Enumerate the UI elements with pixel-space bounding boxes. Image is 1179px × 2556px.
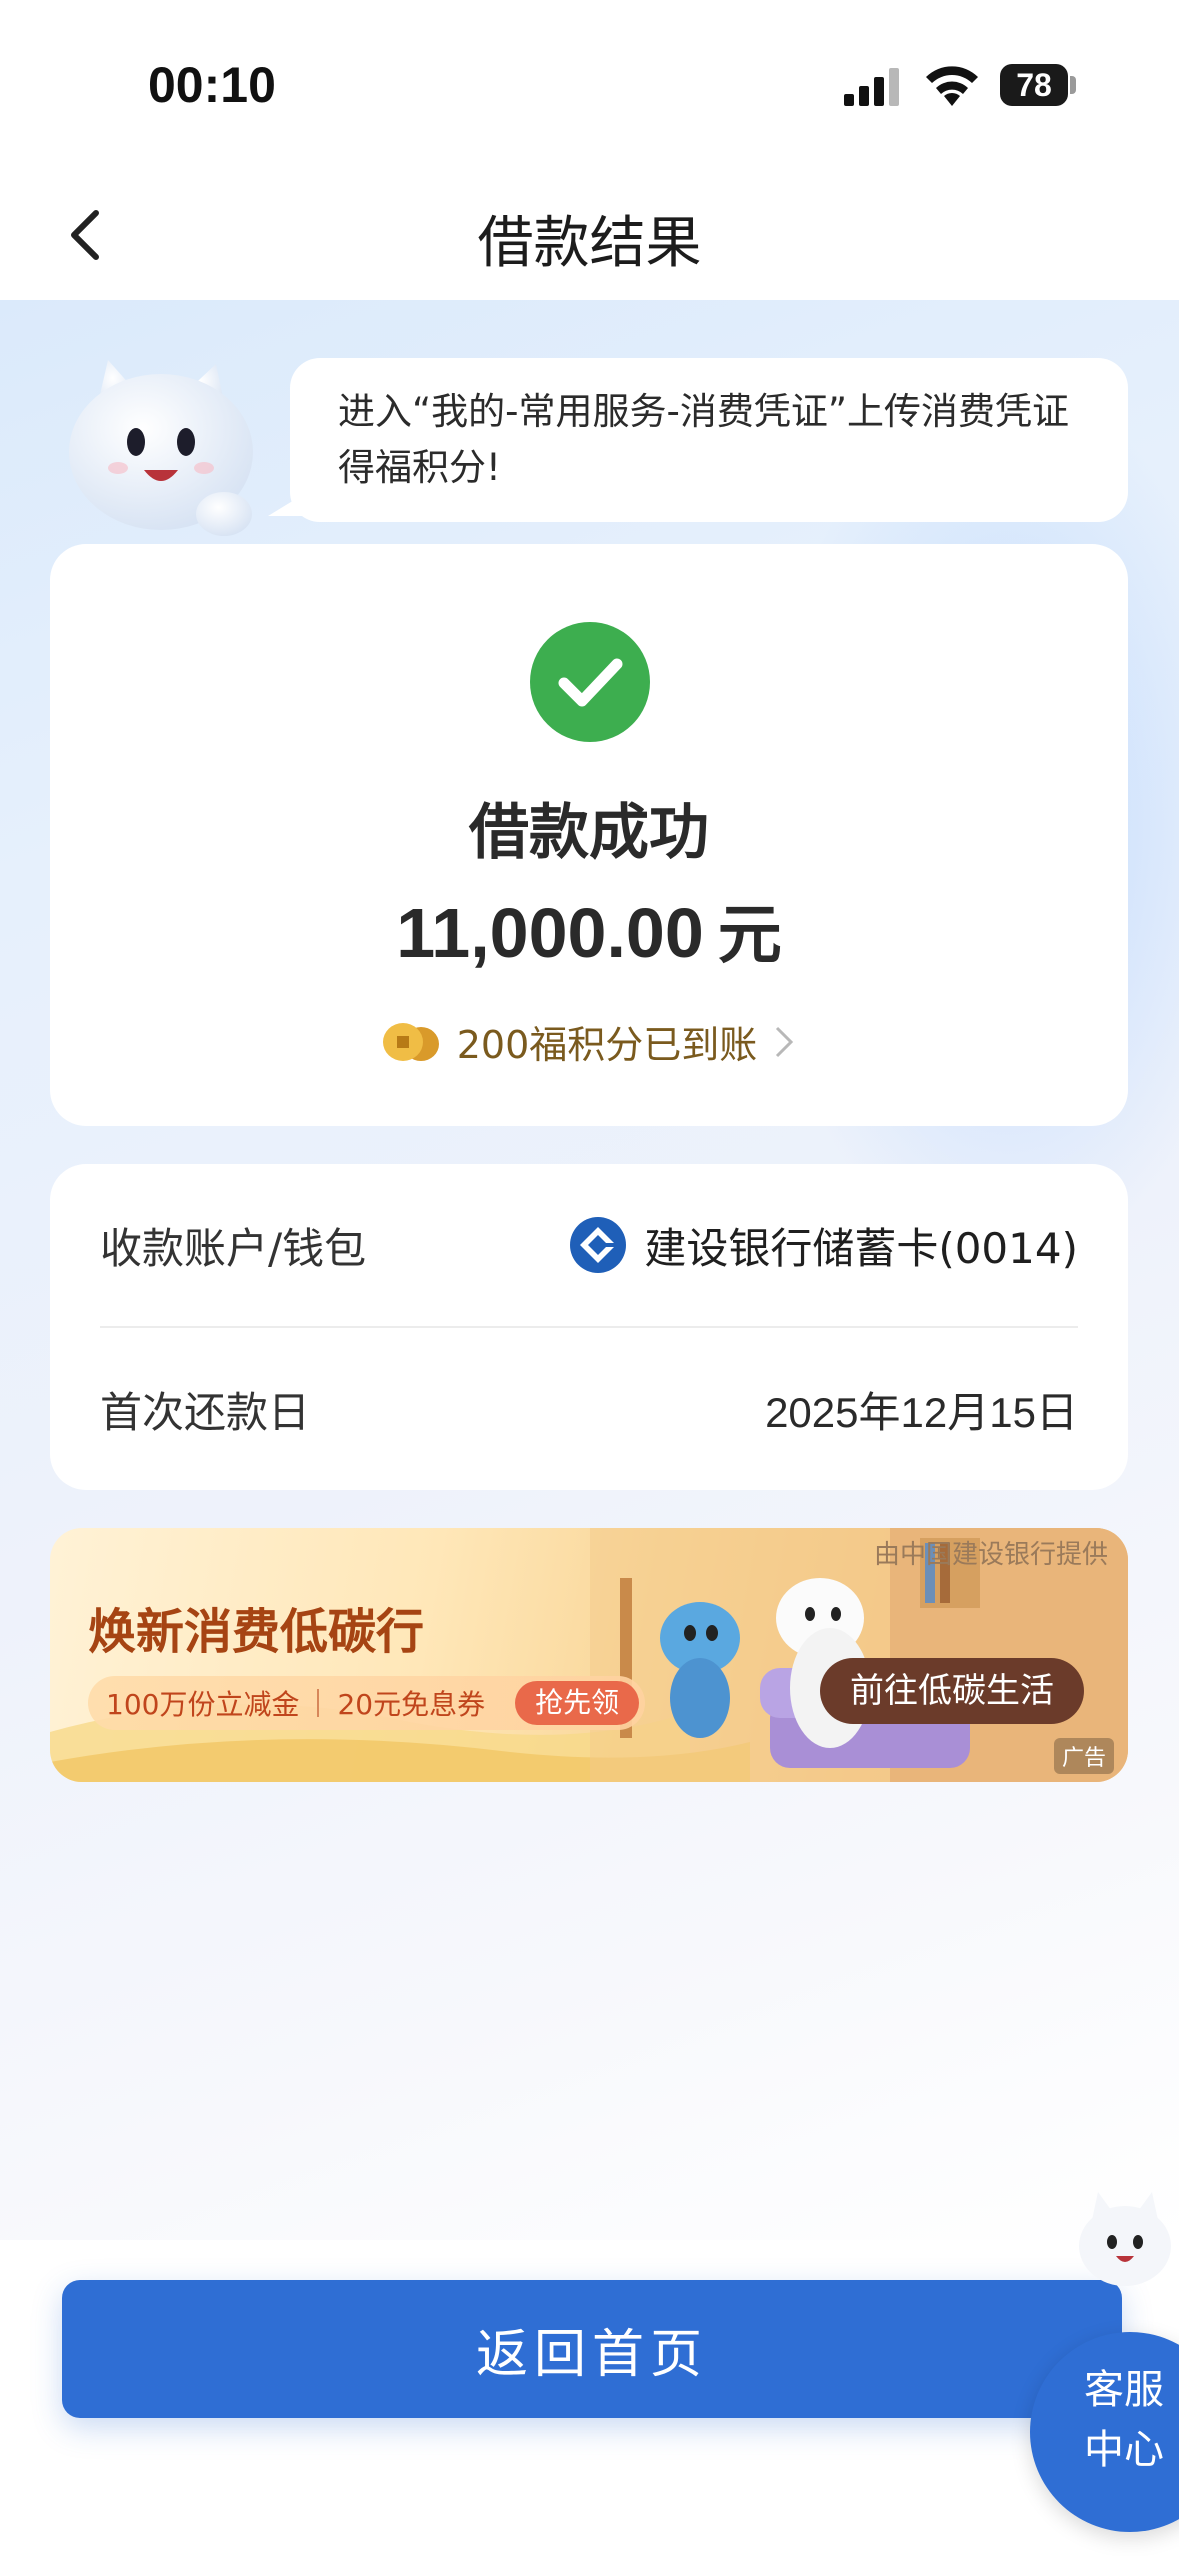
date-year-char: 年	[858, 1387, 901, 1437]
ad-sub1: 100万份立减金	[106, 1688, 300, 1721]
wifi-icon	[926, 66, 978, 106]
status-bar: 00:10 78	[0, 0, 1179, 170]
date-month-char: 月	[947, 1387, 990, 1437]
page-title: 借款结果	[477, 211, 702, 276]
loan-amount: 11,000.00 元	[50, 884, 1128, 976]
result-card: 借款成功 11,000.00 元 200福积分已到账	[50, 544, 1128, 1126]
tip-bubble[interactable]: 进入“我的-常用服务-消费凭证”上传消费凭证得福积分!	[268, 358, 1128, 522]
ad-sponsor: 由中国建设银行提供	[873, 1540, 1108, 1570]
customer-service-label[interactable]: 客服 中心	[1074, 2360, 1174, 2480]
date-year: 2025	[765, 1388, 859, 1436]
amount-unit: 元	[717, 899, 782, 973]
ad-cta-button[interactable]: 前往低碳生活	[820, 1658, 1084, 1724]
battery-cap	[1070, 76, 1076, 94]
coin-icon	[382, 1022, 439, 1061]
chevron-right-icon	[776, 1026, 794, 1057]
amount-value: 11,000.00	[396, 894, 704, 972]
date-month: 12	[900, 1388, 948, 1436]
ccb-logo-icon	[570, 1217, 627, 1273]
points-link[interactable]: 200福积分已到账	[50, 1014, 1128, 1069]
check-circle-icon	[530, 622, 650, 742]
signal-icon	[844, 68, 899, 106]
account-row: 收款账户/钱包 建设银行储蓄卡(0014)	[100, 1164, 1078, 1326]
ad-sub-divider	[317, 1689, 320, 1717]
date-day: 15	[989, 1388, 1036, 1436]
ad-grab-button[interactable]: 抢先领	[515, 1681, 640, 1725]
service-mascot-icon	[1079, 2192, 1171, 2286]
return-home-button[interactable]: 返回首页	[62, 2280, 1122, 2418]
bottom-bar: 返回首页 客服 中心	[0, 2192, 1179, 2556]
ad-sub2: 20元免息券	[337, 1688, 486, 1721]
ad-title: 焕新消费低碳行	[88, 1604, 425, 1660]
account-label: 收款账户/钱包	[100, 1223, 367, 1273]
nav-bar: 借款结果	[0, 170, 1179, 300]
service-line2: 中心	[1084, 2427, 1164, 2473]
main-content: 进入“我的-常用服务-消费凭证”上传消费凭证得福积分! 借款成功 11,000.…	[0, 300, 1179, 2240]
points-text: 200福积分已到账	[456, 1023, 758, 1067]
ad-tag: 广告	[1053, 1738, 1114, 1774]
account-value: 建设银行储蓄卡(0014)	[570, 1215, 1078, 1276]
mascot-icon	[69, 360, 253, 536]
repayment-label: 首次还款日	[100, 1387, 311, 1437]
ad-subline: 100万份立减金 20元免息券 抢先领	[88, 1676, 646, 1730]
battery-icon: 78	[1000, 64, 1068, 106]
ad-banner[interactable]: 由中国建设银行提供 焕新消费低碳行 100万份立减金 20元免息券 抢先领 前往…	[50, 1528, 1128, 1782]
date-day-char: 日	[1035, 1387, 1078, 1437]
status-time: 00:10	[148, 57, 276, 113]
result-status: 借款成功	[469, 798, 709, 868]
service-line1: 客服	[1084, 2367, 1164, 2413]
account-name: 建设银行储蓄卡(0014)	[644, 1223, 1078, 1273]
repayment-date: 2025年12月15日	[765, 1379, 1078, 1440]
repayment-row: 首次还款日 2025年12月15日	[100, 1328, 1078, 1490]
info-card: 收款账户/钱包 建设银行储蓄卡(0014) 首次还款日 2025年12月15日	[50, 1164, 1128, 1490]
